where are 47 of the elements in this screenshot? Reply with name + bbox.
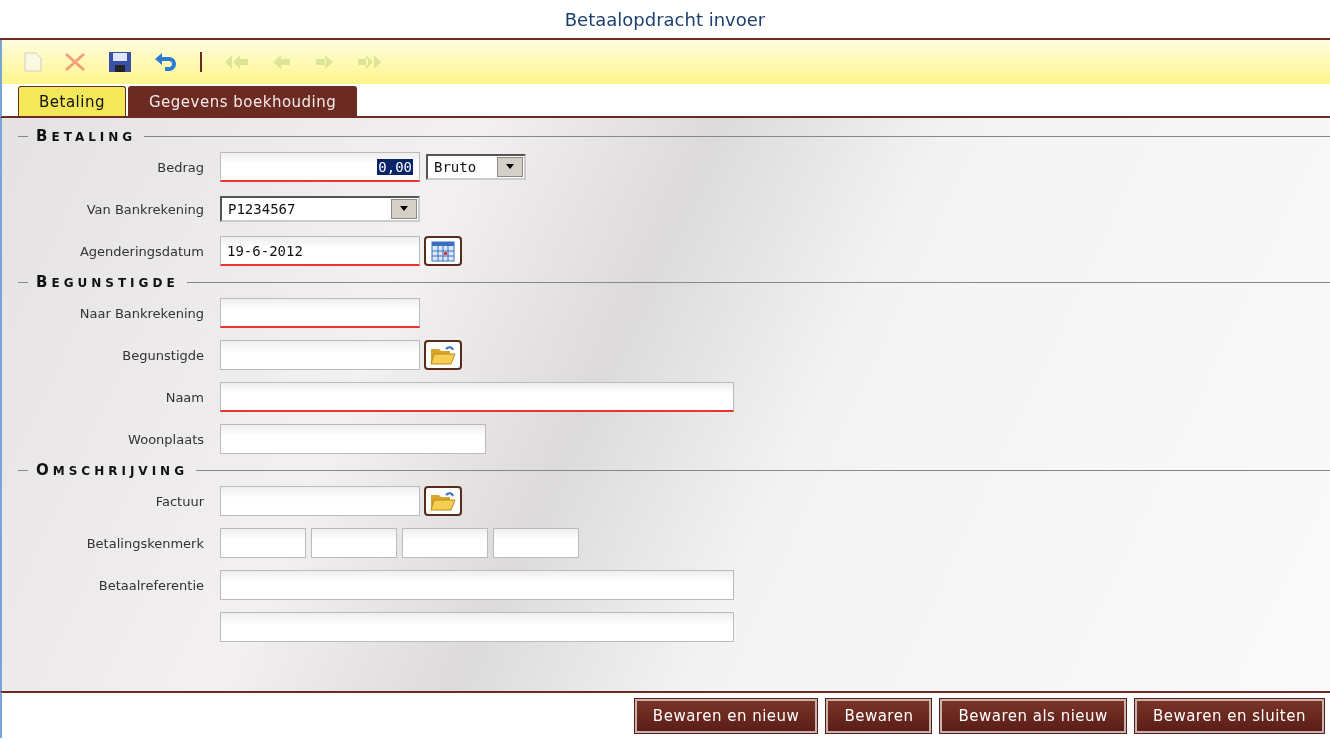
section-heading: OMSCHRIJVING — [36, 461, 188, 479]
section-heading: BETALING — [36, 127, 137, 145]
delete-icon[interactable] — [64, 52, 86, 72]
save-button[interactable]: Bewaren en nieuw — [634, 698, 818, 733]
field-label: Naar Bankrekening — [79, 305, 204, 321]
window-title: Betaalopdracht invoer — [564, 8, 766, 30]
field-label: Agenderingsdatum — [79, 243, 204, 259]
new-document-icon[interactable] — [24, 52, 42, 72]
save-button[interactable]: Bewaren als nieuw — [940, 698, 1126, 733]
account-dropdown[interactable]: P1234567 — [220, 196, 420, 222]
input-field[interactable] — [220, 298, 420, 328]
dropdown-arrow-icon — [399, 206, 409, 212]
dropdown-arrow-icon — [505, 164, 515, 170]
tab[interactable]: Gegevens boekhouding — [127, 86, 358, 116]
tab[interactable]: Betaling — [18, 86, 126, 116]
input-field[interactable] — [402, 528, 488, 558]
save-button[interactable]: Bewaren en sluiten — [1134, 698, 1324, 733]
section-heading: BEGUNSTIGDE — [36, 273, 179, 291]
save-icon[interactable] — [108, 51, 132, 73]
input-field[interactable] — [493, 528, 579, 558]
undo-icon[interactable] — [154, 51, 178, 73]
field-label: Van Bankrekening — [86, 201, 204, 217]
save-button[interactable]: Bewaren — [826, 698, 932, 733]
calendar-icon — [431, 240, 455, 262]
input-field[interactable] — [311, 528, 397, 558]
input-field[interactable] — [220, 340, 420, 370]
field-label: Betaalreferentie — [98, 577, 204, 593]
field-label: Woonplaats — [128, 431, 204, 447]
input-field[interactable] — [220, 528, 306, 558]
input-field[interactable] — [220, 486, 420, 516]
folder-icon — [430, 491, 456, 511]
field-label: Naam — [165, 389, 204, 405]
date-field[interactable]: 19-6-2012 — [220, 236, 420, 266]
input-field[interactable] — [220, 382, 734, 412]
field-label: Factuur — [155, 493, 204, 509]
field-label: Begunstigde — [122, 347, 204, 363]
field-label: Bedrag — [157, 159, 204, 175]
folder-icon — [430, 345, 456, 365]
browse-button[interactable] — [424, 340, 462, 370]
input-field[interactable] — [220, 612, 734, 642]
unit-dropdown[interactable]: Bruto — [426, 154, 526, 180]
amount-field[interactable]: 0,00 — [220, 152, 420, 182]
input-field[interactable] — [220, 570, 734, 600]
browse-button[interactable] — [424, 486, 462, 516]
calendar-button[interactable] — [424, 236, 462, 266]
field-label: Betalingskenmerk — [86, 535, 204, 551]
input-field[interactable] — [220, 424, 486, 454]
